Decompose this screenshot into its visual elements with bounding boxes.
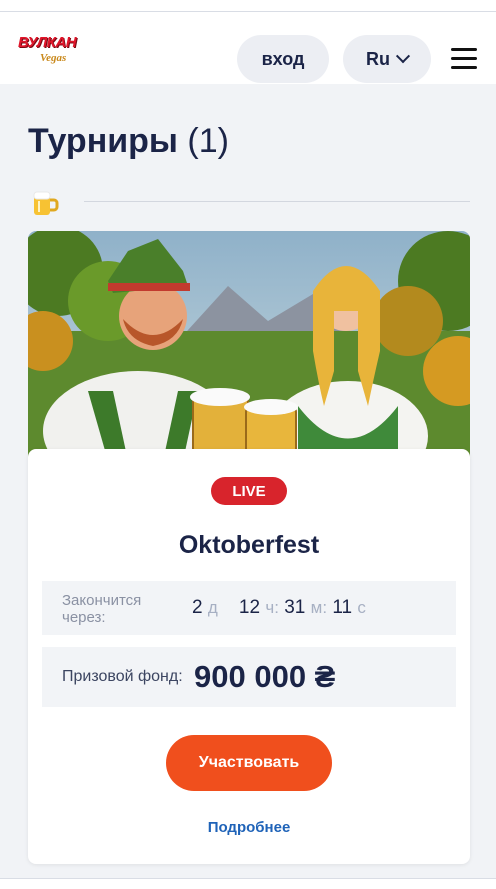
page-title-text: Турниры bbox=[28, 122, 178, 160]
timer-seconds-unit: с bbox=[357, 598, 366, 617]
logo-text: ВУЛКАН bbox=[18, 34, 77, 51]
tournament-banner-image bbox=[28, 231, 470, 461]
top-edge bbox=[0, 0, 496, 12]
timer-days: 2 bbox=[192, 597, 203, 618]
timer-values: 2 д 12 ч: 31 м: 11 с bbox=[192, 597, 366, 618]
timer-hours-unit: ч bbox=[265, 598, 275, 617]
tournament-count: (1) bbox=[187, 122, 229, 160]
site-header: ВУЛКАН Vegas вход Ru bbox=[0, 12, 496, 84]
prize-value: 900 000 ₴ bbox=[194, 659, 336, 694]
more-details-link[interactable]: Подробнее bbox=[28, 819, 470, 836]
language-selector[interactable]: Ru bbox=[343, 35, 431, 83]
join-button[interactable]: Участвовать bbox=[166, 735, 332, 791]
timer-seconds: 11 bbox=[332, 597, 353, 618]
chevron-down-icon bbox=[395, 49, 411, 64]
logo[interactable]: ВУЛКАН Vegas bbox=[18, 32, 88, 74]
prize-pool: Призовой фонд: 900 000 ₴ bbox=[42, 647, 456, 707]
timer-minutes-unit: м bbox=[310, 598, 323, 617]
live-badge: LIVE bbox=[211, 477, 287, 505]
countdown-timer: Закончится через: 2 д 12 ч: 31 м: 11 с bbox=[42, 581, 456, 635]
join-button-label: Участвовать bbox=[198, 754, 300, 771]
timer-hours: 12 bbox=[238, 597, 261, 618]
logo-subtext: Vegas bbox=[40, 52, 67, 64]
section-divider bbox=[84, 201, 470, 202]
tournament-card: LIVE Oktoberfest Закончится через: 2 д 1… bbox=[28, 449, 470, 864]
tournament-name: Oktoberfest bbox=[178, 531, 320, 559]
login-button[interactable]: вход bbox=[237, 35, 329, 83]
timer-minutes: 31 bbox=[284, 597, 306, 618]
language-label: Ru bbox=[366, 48, 390, 69]
prize-label: Призовой фонд: bbox=[62, 668, 183, 685]
beer-mug-icon bbox=[33, 191, 59, 215]
timer-label: Закончится через: bbox=[62, 592, 142, 626]
hamburger-menu-icon[interactable] bbox=[451, 48, 477, 70]
bottom-edge bbox=[0, 878, 496, 889]
timer-days-unit: д bbox=[207, 598, 218, 617]
login-label: вход bbox=[261, 48, 305, 69]
page-title: Турниры (1) bbox=[28, 122, 229, 161]
